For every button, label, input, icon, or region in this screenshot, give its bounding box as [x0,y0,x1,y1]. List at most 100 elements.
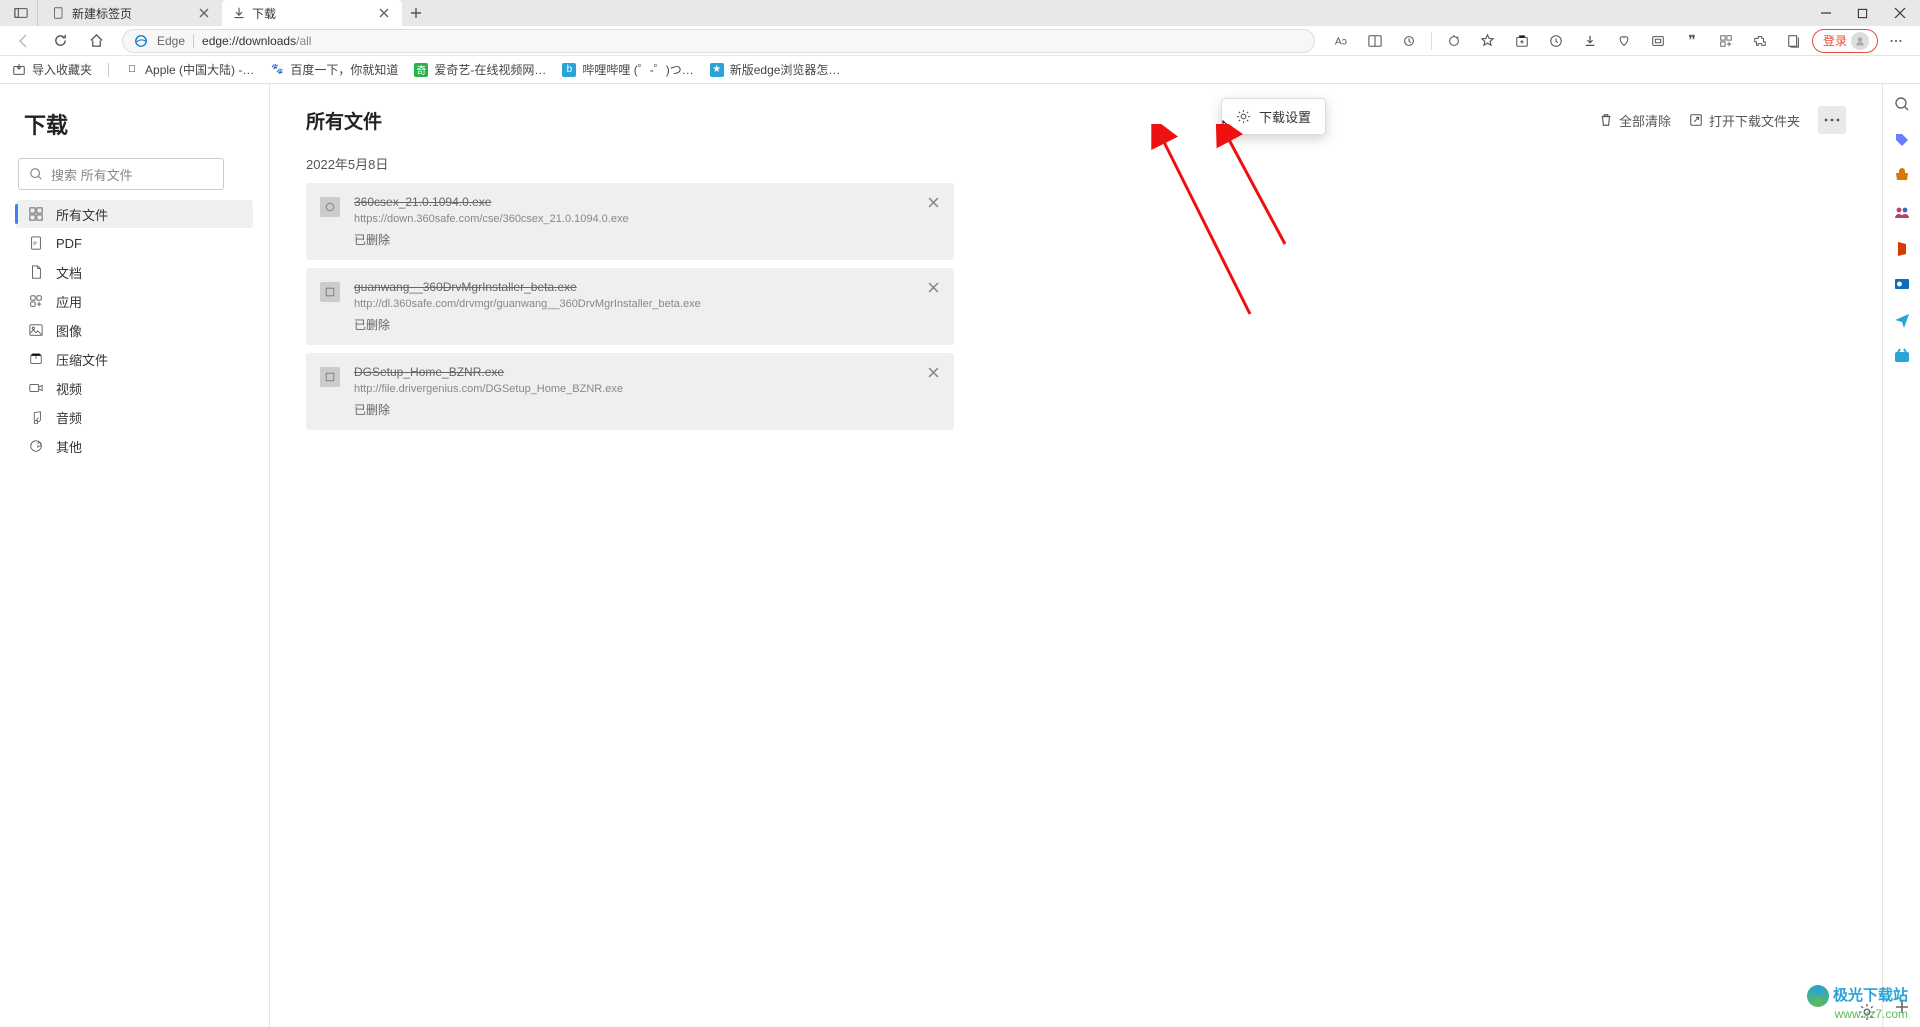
download-item[interactable]: DGSetup_Home_BZNR.exe http://file.driver… [306,353,954,430]
search-icon[interactable] [1892,94,1912,114]
toolbar: Edge edge://downloads/all Aᴐ ❞ 登录 [0,26,1920,56]
downloads-icon[interactable] [1574,28,1606,54]
paw-icon: 🐾 [270,63,284,77]
bookmark-label: 爱奇艺-在线视频网… [434,61,546,78]
main-title: 所有文件 [306,107,382,134]
cat-archives[interactable]: 压缩文件 [16,345,253,373]
url-text: edge://downloads/all [202,34,311,48]
split-screen-icon[interactable] [1359,28,1391,54]
send-icon[interactable] [1892,310,1912,330]
screenshot-icon[interactable] [1642,28,1674,54]
edge-icon [133,33,149,49]
tab-downloads[interactable]: 下载 [222,0,402,26]
cat-docs[interactable]: 文档 [16,258,253,286]
tag-icon[interactable] [1892,130,1912,150]
clear-all-button[interactable]: 全部清除 [1599,111,1671,130]
menu-icon[interactable] [1880,28,1912,54]
download-status: 已删除 [354,231,940,248]
refresh-wheel-icon[interactable] [1438,28,1470,54]
maximize-button[interactable] [1844,0,1880,26]
refresh-button[interactable] [44,28,76,54]
read-aloud-icon[interactable]: Aᴐ [1325,28,1357,54]
apple-icon:  [125,63,139,77]
quote-icon[interactable]: ❞ [1676,28,1708,54]
tab-title: 下载 [252,5,370,22]
tab-new[interactable]: 新建标签页 [42,0,222,26]
iqiyi-icon: 奇 [414,63,428,77]
cat-images[interactable]: 图像 [16,316,253,344]
collections-icon[interactable] [1506,28,1538,54]
search-input[interactable]: 搜索 所有文件 [18,158,224,190]
back-button[interactable] [8,28,40,54]
tracking-icon[interactable] [1393,28,1425,54]
login-button[interactable]: 登录 [1812,29,1878,53]
bilibili-icon: b [562,63,576,77]
reader-icon[interactable] [1778,28,1810,54]
other-icon [28,438,44,454]
cat-label: 音频 [56,408,82,427]
cat-pdf[interactable]: PPDF [16,229,253,257]
file-icon [320,197,340,217]
bookmark-iqiyi[interactable]: 奇 爱奇艺-在线视频网… [414,61,546,78]
cat-other[interactable]: 其他 [16,432,253,460]
bookmark-apple[interactable]:  Apple (中国大陆) -… [125,61,254,78]
trash-icon [1599,113,1613,127]
close-icon[interactable] [376,5,392,21]
cat-video[interactable]: 视频 [16,374,253,402]
new-tab-button[interactable] [402,0,430,26]
apps-icon[interactable] [1710,28,1742,54]
sidebar-title: 下载 [14,108,255,158]
download-item[interactable]: guanwang__360DrvMgrInstaller_beta.exe ht… [306,268,954,345]
bilibili-icon[interactable] [1892,346,1912,366]
search-icon [29,167,43,181]
office-icon[interactable] [1892,238,1912,258]
shopping-icon[interactable] [1892,166,1912,186]
page-icon: ★ [710,63,724,77]
bookmark-edge-guide[interactable]: ★ 新版edge浏览器怎… [710,61,841,78]
bookmark-bilibili[interactable]: b 哔哩哔哩 (゜-゜)つ… [562,61,693,78]
download-status: 已删除 [354,316,940,333]
avatar-icon [1851,32,1869,50]
tab-strip: 新建标签页 下载 [0,0,1808,26]
category-list: 所有文件 PPDF 文档 应用 图像 压缩文件 视频 音频 其他 [14,200,255,460]
download-item[interactable]: 360csex_21.0.1094.0.exe https://down.360… [306,183,954,260]
close-window-button[interactable] [1880,0,1920,26]
download-sidebar: 下载 搜索 所有文件 所有文件 PPDF 文档 应用 图像 压缩文件 视频 音频… [0,84,270,1027]
popup-label: 下载设置 [1259,107,1311,126]
remove-download-button[interactable] [924,278,942,296]
date-label: 2022年5月8日 [306,154,1846,173]
home-button[interactable] [80,28,112,54]
bookmark-baidu[interactable]: 🐾 百度一下，你就知道 [270,61,398,78]
minimize-button[interactable] [1808,0,1844,26]
cat-all[interactable]: 所有文件 [16,200,253,228]
download-url: https://down.360safe.com/cse/360csex_21.… [354,213,940,225]
clear-all-label: 全部清除 [1619,111,1671,130]
remove-download-button[interactable] [924,363,942,381]
file-icon [320,282,340,302]
outlook-icon[interactable] [1892,274,1912,294]
download-status: 已删除 [354,401,940,418]
file-icon [320,367,340,387]
cat-apps[interactable]: 应用 [16,287,253,315]
search-placeholder: 搜索 所有文件 [51,165,133,184]
download-url: http://file.drivergenius.com/DGSetup_Hom… [354,383,940,395]
favorites-icon[interactable] [1472,28,1504,54]
open-folder-button[interactable]: 打开下载文件夹 [1689,111,1800,130]
address-bar[interactable]: Edge edge://downloads/all [122,29,1315,53]
people-icon[interactable] [1892,202,1912,222]
cat-audio[interactable]: 音频 [16,403,253,431]
download-settings-popup[interactable]: 下载设置 [1221,98,1326,135]
svg-text:Aᴐ: Aᴐ [1335,36,1347,47]
heart-icon[interactable] [1608,28,1640,54]
more-options-button[interactable] [1818,106,1846,134]
history-icon[interactable] [1540,28,1572,54]
close-icon[interactable] [196,5,212,21]
gear-icon [1236,109,1251,124]
app-icon [28,293,44,309]
main-panel: 所有文件 全部清除 打开下载文件夹 下载设置 2022年5月8日 [270,84,1882,1027]
cat-label: 文档 [56,263,82,282]
remove-download-button[interactable] [924,193,942,211]
bookmark-import[interactable]: 导入收藏夹 [12,61,92,78]
tab-actions-icon[interactable] [8,0,34,26]
extensions-icon[interactable] [1744,28,1776,54]
